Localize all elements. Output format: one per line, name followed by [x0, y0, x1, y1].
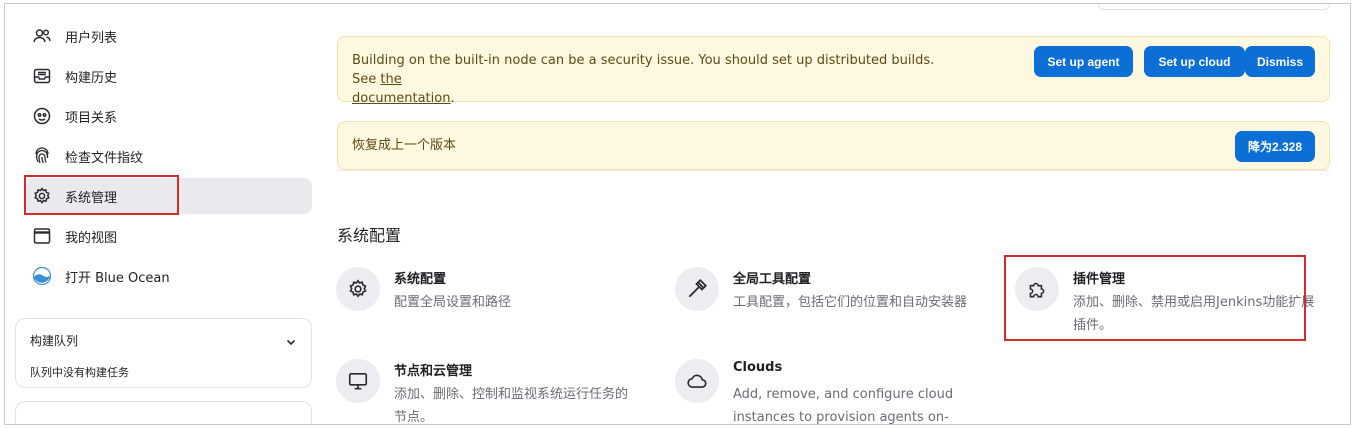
security-alert: Building on the built-in node can be a s…: [337, 36, 1330, 106]
gear-icon: [336, 267, 380, 311]
highlight-box-manage-jenkins: [24, 175, 179, 215]
tile-description: 添加、删除、控制和监视系统运行任务的 节点。: [394, 387, 629, 425]
sidebar-item-project-relationship[interactable]: 项目关系: [26, 98, 312, 134]
downgrade-alert: 恢复成上一个版本 降为2.328: [337, 121, 1330, 170]
build-queue-empty-text: 队列中没有构建任务: [30, 366, 129, 379]
sidebar-item-label: 检查文件指纹: [65, 150, 144, 166]
blue-ocean-icon: [31, 265, 53, 287]
chevron-down-icon[interactable]: [285, 333, 297, 352]
downgrade-alert-text: 恢复成上一个版本: [352, 138, 457, 153]
dismiss-button[interactable]: Dismiss: [1245, 46, 1315, 77]
build-executor-card: [15, 401, 312, 424]
security-alert-text: Building on the built-in node can be a s…: [352, 53, 935, 106]
sidebar-item-label: 项目关系: [65, 110, 118, 126]
sidebar-item-label: 用户列表: [65, 30, 118, 46]
set-up-agent-button[interactable]: Set up agent: [1034, 46, 1133, 77]
sidebar-item-label: 打开 Blue Ocean: [65, 270, 170, 286]
build-queue-title: 构建队列: [30, 334, 79, 348]
tile-title: 全局工具配置: [733, 272, 812, 287]
sidebar-item-blue-ocean[interactable]: 打开 Blue Ocean: [26, 258, 312, 294]
sidebar-item-fingerprint[interactable]: 检查文件指纹: [26, 138, 312, 174]
tile-title: 系统配置: [394, 272, 447, 287]
jenkins-manage-page: 用户列表 构建历史 项目关系 检查文件指纹 系统管理 我的视图 打开 Blue …: [4, 3, 1351, 425]
tile-clouds[interactable]: Clouds Add, remove, and configure cloud i…: [675, 359, 995, 425]
tile-description: Add, remove, and configure cloud instance…: [733, 387, 954, 425]
sidebar-item-my-views[interactable]: 我的视图: [26, 218, 312, 254]
sidebar-item-users[interactable]: 用户列表: [26, 18, 312, 54]
tile-description: 工具配置，包括它们的位置和自动安装器: [733, 295, 968, 310]
tile-nodes-and-clouds[interactable]: 节点和云管理 添加、删除、控制和监视系统运行任务的 节点。: [336, 359, 656, 425]
tile-configure-system[interactable]: 系统配置 配置全局设置和路径: [336, 267, 656, 337]
sidebar-item-build-history[interactable]: 构建历史: [26, 58, 312, 94]
inbox-icon: [31, 65, 53, 87]
search-box-edge: [1098, 4, 1330, 10]
build-queue-card: 构建队列 队列中没有构建任务: [15, 318, 312, 388]
hammer-icon: [675, 267, 719, 311]
main-content: Building on the built-in node can be a s…: [336, 4, 1330, 424]
tile-description: 配置全局设置和路径: [394, 295, 512, 310]
highlight-box-plugins: [1004, 255, 1306, 341]
relationship-icon: [31, 105, 53, 127]
users-icon: [31, 25, 53, 47]
tile-title: 节点和云管理: [394, 364, 473, 379]
window-icon: [31, 225, 53, 247]
section-title: 系统配置: [337, 226, 402, 245]
set-up-cloud-button[interactable]: Set up cloud: [1144, 46, 1245, 77]
divider: [337, 170, 1330, 171]
tile-global-tool-configuration[interactable]: 全局工具配置 工具配置，包括它们的位置和自动安装器: [675, 267, 995, 337]
sidebar-item-label: 构建历史: [65, 70, 118, 86]
downgrade-button[interactable]: 降为2.328: [1235, 131, 1315, 162]
fingerprint-icon: [31, 145, 53, 167]
sidebar: 用户列表 构建历史 项目关系 检查文件指纹 系统管理 我的视图 打开 Blue …: [5, 4, 325, 424]
cloud-icon: [675, 359, 719, 403]
sidebar-item-label: 我的视图: [65, 230, 118, 246]
tile-title: Clouds: [733, 360, 783, 375]
monitor-icon: [336, 359, 380, 403]
